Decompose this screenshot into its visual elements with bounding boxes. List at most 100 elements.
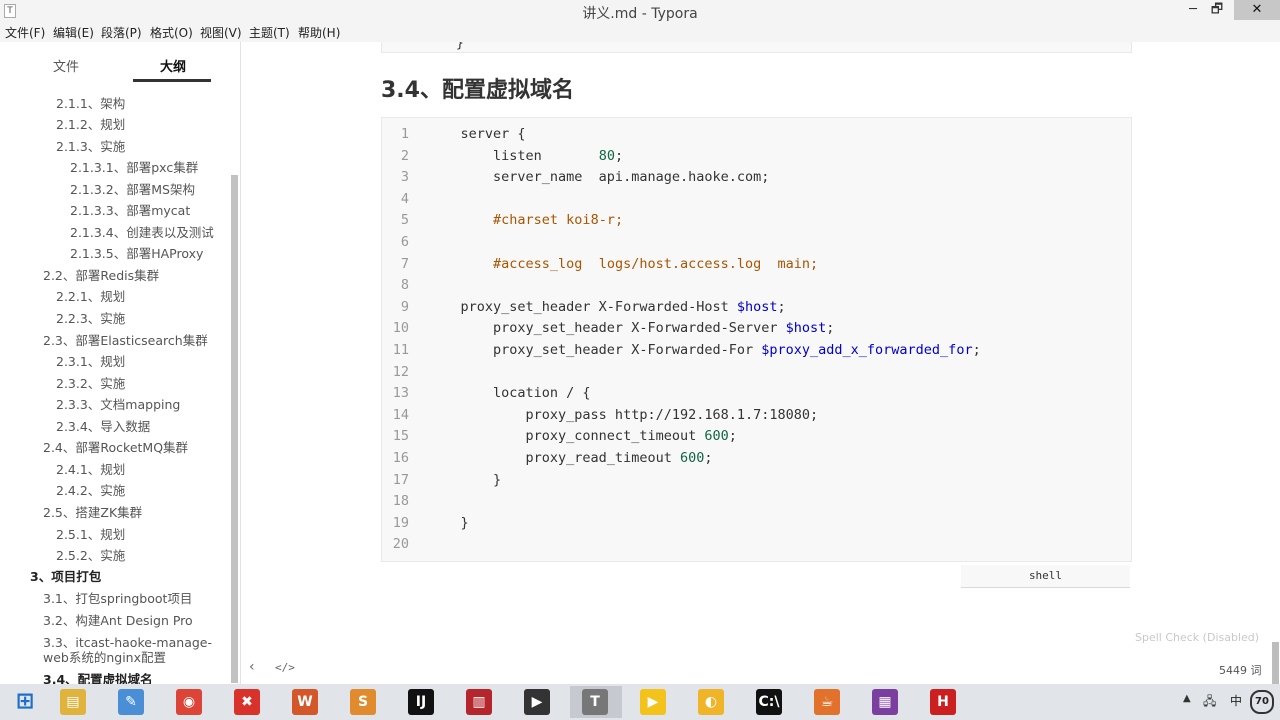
network-icon[interactable]: 🖧 bbox=[1203, 692, 1216, 713]
code-token: #access_log logs/host.access.log main; bbox=[493, 255, 819, 272]
menu-edit[interactable]: 编辑(E) bbox=[53, 24, 94, 41]
outline-item[interactable]: 2.2、部署Redis集群 bbox=[43, 265, 159, 284]
code-line[interactable]: 11 proxy_set_header X-Forwarded-For $pro… bbox=[382, 342, 1131, 364]
tab-files[interactable]: 文件 bbox=[53, 56, 79, 75]
outline-item[interactable]: 2.3.4、导入数据 bbox=[56, 416, 150, 435]
code-block[interactable]: 1 server {2 listen 80; 3 server_name api.… bbox=[381, 117, 1132, 562]
outline-item[interactable]: 3.1、打包springboot项目 bbox=[43, 588, 192, 607]
editor-scrollbar[interactable] bbox=[1272, 642, 1279, 684]
code-line[interactable]: 7 #access_log logs/host.access.log main; bbox=[382, 256, 1131, 278]
outline-item[interactable]: 3.2、构建Ant Design Pro bbox=[43, 610, 193, 629]
code-line[interactable]: 6 bbox=[382, 234, 1131, 256]
taskbar-windows-start[interactable]: ⊞ bbox=[0, 686, 52, 718]
outline-item[interactable]: 2.3.3、文档mapping bbox=[56, 394, 180, 413]
code-token: ; bbox=[826, 320, 835, 337]
code-line[interactable]: 2 listen 80; bbox=[382, 148, 1131, 170]
menu-format[interactable]: 格式(O) bbox=[150, 24, 193, 41]
line-number: 15 bbox=[392, 428, 409, 445]
code-line[interactable]: 17 } bbox=[382, 472, 1131, 494]
code-language-selector[interactable]: shell bbox=[961, 565, 1130, 588]
outline-item[interactable]: 2.1.3.4、创建表以及测试 bbox=[70, 222, 214, 241]
code-line[interactable]: 14 proxy_pass http://192.168.1.7:18080; bbox=[382, 407, 1131, 429]
sidebar-scrollbar[interactable] bbox=[231, 175, 238, 683]
outline-item[interactable]: 2.3.2、实施 bbox=[56, 373, 125, 392]
outline-item[interactable]: 2.1.3、实施 bbox=[56, 136, 125, 155]
outline-item[interactable]: 2.4、部署RocketMQ集群 bbox=[43, 437, 188, 456]
close-button[interactable]: ✕ bbox=[1234, 0, 1280, 20]
tab-outline[interactable]: 大纲 bbox=[160, 56, 186, 75]
code-line[interactable]: 16 proxy_read_timeout 600; bbox=[382, 450, 1131, 472]
menu-view[interactable]: 视图(V) bbox=[200, 24, 242, 41]
taskbar-typora[interactable]: T bbox=[570, 686, 622, 718]
code-line[interactable]: 15 proxy_connect_timeout 600; bbox=[382, 428, 1131, 450]
outline-item[interactable]: 3、项目打包 bbox=[30, 566, 101, 585]
outline-item[interactable]: 2.5、搭建ZK集群 bbox=[43, 502, 142, 521]
taskbar-notebook[interactable]: ▥ bbox=[454, 686, 506, 718]
code-line[interactable]: 13 location / { bbox=[382, 385, 1131, 407]
xmind-icon: ✖ bbox=[234, 689, 260, 715]
code-line[interactable]: 18 bbox=[382, 493, 1131, 515]
taskbar-xmind[interactable]: ✖ bbox=[222, 686, 274, 718]
menu-paragraph[interactable]: 段落(P) bbox=[101, 24, 142, 41]
outline-item[interactable]: 2.3、部署Elasticsearch集群 bbox=[43, 330, 208, 349]
tray-badge[interactable]: 70 bbox=[1250, 690, 1274, 714]
code-line[interactable]: 3 server_name api.manage.haoke.com; bbox=[382, 169, 1131, 191]
tray-expand-icon[interactable]: ▲ bbox=[1183, 693, 1191, 704]
outline-item[interactable]: 2.5.2、实施 bbox=[56, 545, 125, 564]
code-line[interactable]: 12 bbox=[382, 364, 1131, 386]
code-text: listen 80; bbox=[428, 148, 623, 164]
code-line[interactable]: 8 bbox=[382, 277, 1131, 299]
source-code-toggle-icon[interactable]: </> bbox=[275, 661, 295, 674]
line-number: 18 bbox=[392, 493, 409, 510]
taskbar-winrar[interactable]: ▦ bbox=[860, 686, 912, 718]
chevron-left-icon[interactable]: ‹ bbox=[249, 659, 255, 675]
outline-item[interactable]: 2.2.1、规划 bbox=[56, 286, 125, 305]
taskbar-intellij[interactable]: IJ bbox=[396, 686, 448, 718]
code-token: ; bbox=[777, 298, 786, 315]
taskbar-chrome[interactable]: ◉ bbox=[164, 686, 216, 718]
taskbar-hadoop[interactable]: ◐ bbox=[686, 686, 738, 718]
line-number: 13 bbox=[392, 385, 409, 402]
code-line[interactable]: 19 } bbox=[382, 515, 1131, 537]
code-text: proxy_set_header X-Forwarded-For $proxy_… bbox=[428, 342, 981, 358]
code-token: } bbox=[428, 471, 502, 488]
code-token: ; bbox=[972, 342, 981, 358]
taskbar-cmd[interactable]: C:\ bbox=[744, 686, 796, 718]
section-heading[interactable]: 3.4、配置虚拟域名 bbox=[381, 72, 574, 104]
outline-item[interactable]: 2.4.2、实施 bbox=[56, 480, 125, 499]
outline-item[interactable]: 2.1.1、架构 bbox=[56, 93, 125, 112]
word-count[interactable]: 5449 词 bbox=[1219, 662, 1262, 678]
taskbar-h-app[interactable]: H bbox=[918, 686, 970, 718]
taskbar-player[interactable]: ▶ bbox=[628, 686, 680, 718]
taskbar-terminal-app[interactable]: ▶ bbox=[512, 686, 564, 718]
outline-item[interactable]: 2.1.3.2、部署MS架构 bbox=[70, 179, 195, 198]
outline-item[interactable]: 3.4、配置虚拟域名 bbox=[43, 669, 153, 684]
outline-item[interactable]: 2.1.3.3、部署mycat bbox=[70, 200, 190, 219]
taskbar-sublime[interactable]: S bbox=[338, 686, 390, 718]
ime-indicator[interactable]: 中 bbox=[1230, 692, 1242, 709]
code-line[interactable]: 4 bbox=[382, 191, 1131, 213]
code-line[interactable]: 10 proxy_set_header X-Forwarded-Server $… bbox=[382, 320, 1131, 342]
taskbar-app-w[interactable]: W bbox=[280, 686, 332, 718]
taskbar-java[interactable]: ☕ bbox=[802, 686, 854, 718]
spell-check-status[interactable]: Spell Check (Disabled) bbox=[1135, 631, 1259, 644]
code-line[interactable]: 20 bbox=[382, 536, 1131, 558]
code-line[interactable]: 1 server { bbox=[382, 126, 1131, 148]
outline-item[interactable]: 2.3.1、规划 bbox=[56, 351, 125, 370]
menu-help[interactable]: 帮助(H) bbox=[298, 24, 340, 41]
outline-item[interactable]: 2.1.2、规划 bbox=[56, 114, 125, 133]
code-line[interactable]: 9 proxy_set_header X-Forwarded-Host $hos… bbox=[382, 299, 1131, 321]
outline-item[interactable]: 2.1.3.5、部署HAProxy bbox=[70, 243, 203, 262]
taskbar-paint[interactable]: ✎ bbox=[106, 686, 158, 718]
menu-file[interactable]: 文件(F) bbox=[5, 24, 45, 41]
taskbar-file-explorer[interactable]: ▤ bbox=[48, 686, 100, 718]
outline-item[interactable]: 2.4.1、规划 bbox=[56, 459, 125, 478]
menu-theme[interactable]: 主题(T) bbox=[249, 24, 290, 41]
outline-item[interactable]: 2.2.3、实施 bbox=[56, 308, 125, 327]
outline-item[interactable]: 2.1.3.1、部署pxc集群 bbox=[70, 157, 198, 176]
outline-item[interactable]: web系统的nginx配置 bbox=[43, 647, 166, 666]
outline-item[interactable]: 2.5.1、规划 bbox=[56, 524, 125, 543]
code-line[interactable]: 5 #charset koi8-r; bbox=[382, 212, 1131, 234]
maximize-button[interactable]: 🗗 bbox=[1202, 0, 1232, 20]
code-token: listen bbox=[428, 147, 599, 164]
